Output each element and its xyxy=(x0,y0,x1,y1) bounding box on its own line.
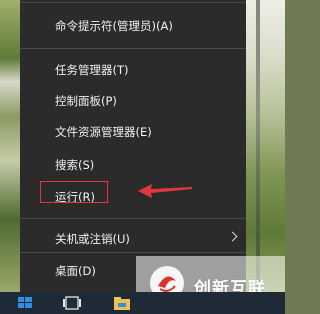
menu-item-search[interactable]: 搜索(S) xyxy=(20,153,246,179)
windows-start-icon[interactable] xyxy=(14,292,36,314)
menu-separator xyxy=(20,2,246,3)
menu-item-label: 文件资源管理器(E) xyxy=(55,125,152,139)
menu-item-label: 命令提示符(管理员)(A) xyxy=(55,19,173,33)
menu-item-task-manager[interactable]: 任务管理器(T) xyxy=(20,58,246,84)
menu-item-label: 关机或注销(U) xyxy=(55,232,130,246)
chevron-right-icon xyxy=(227,231,238,242)
desktop-background-right xyxy=(246,0,285,292)
file-explorer-icon[interactable] xyxy=(110,292,134,314)
menu-separator xyxy=(20,218,246,219)
annotation-arrow-icon xyxy=(138,184,192,198)
task-view-icon[interactable] xyxy=(60,292,84,314)
menu-separator xyxy=(20,48,246,49)
taskbar xyxy=(0,292,285,314)
power-user-context-menu: 命令提示符(管理员)(A) 任务管理器(T) 控制面板(P) 文件资源管理器(E… xyxy=(20,0,246,292)
menu-separator xyxy=(20,252,246,253)
menu-item-label: 控制面板(P) xyxy=(55,94,117,108)
menu-item-label: 搜索(S) xyxy=(55,158,95,172)
annotation-highlight-box xyxy=(40,181,108,203)
menu-item-label: 桌面(D) xyxy=(55,264,96,278)
menu-item-command-prompt-admin[interactable]: 命令提示符(管理员)(A) xyxy=(20,14,246,40)
menu-item-file-explorer[interactable]: 文件资源管理器(E) xyxy=(20,120,246,146)
desktop-background-left xyxy=(0,0,20,292)
menu-item-shutdown-or-sign-out[interactable]: 关机或注销(U) xyxy=(20,227,246,253)
menu-item-label: 任务管理器(T) xyxy=(55,63,129,77)
menu-item-control-panel[interactable]: 控制面板(P) xyxy=(20,89,246,115)
